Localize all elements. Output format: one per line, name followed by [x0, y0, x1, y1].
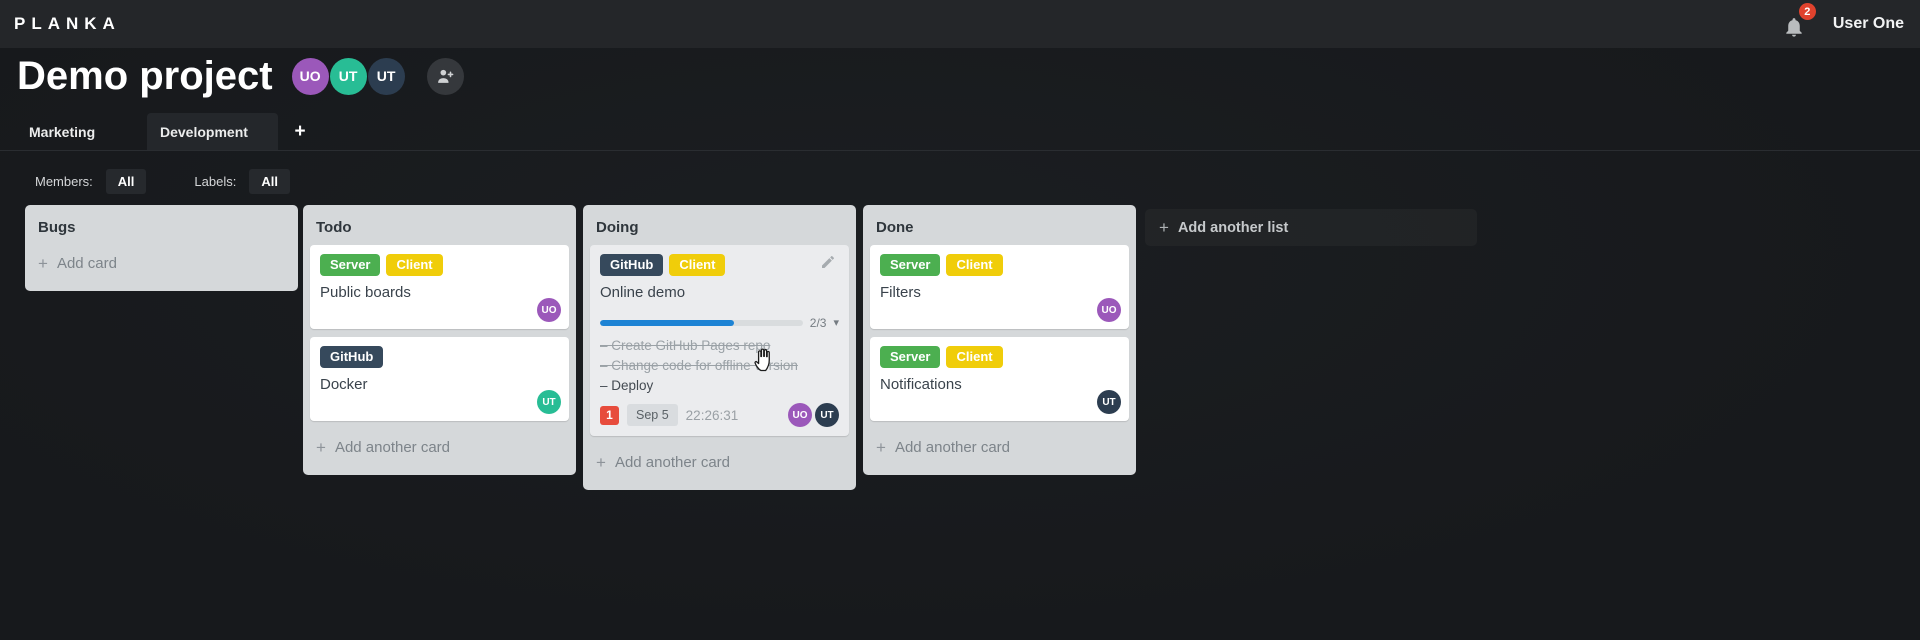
card-label: Server	[880, 254, 941, 276]
add-list-label: Add another list	[1177, 219, 1289, 236]
notification-count-badge: 1	[600, 405, 619, 425]
card-label: Client	[386, 254, 443, 276]
card-title: Filters	[880, 284, 921, 301]
list-done: Done Server Client Filters UO Server Client Not…	[863, 205, 1136, 475]
list-title[interactable]: Done	[870, 212, 1129, 245]
progress-row: 2/3 ▾	[600, 316, 839, 330]
card-members: UO UT	[788, 403, 839, 427]
card-labels: Server Client	[320, 254, 559, 276]
list-title[interactable]: Doing	[590, 212, 849, 245]
card-label: Client	[669, 254, 726, 276]
card[interactable]: GitHub Client Online demo 2/3 ▾ – Create GitH…	[590, 245, 849, 436]
card-label: GitHub	[320, 346, 384, 368]
progress-count: 2/3	[809, 316, 827, 330]
card-title: Online demo	[600, 284, 686, 301]
card-label: Server	[320, 254, 381, 276]
card[interactable]: GitHub Docker UT	[310, 337, 569, 421]
card-label: Client	[946, 346, 1003, 368]
list-bugs: Bugs + Add card	[25, 205, 298, 291]
task-item: – Create GitHub Pages repo	[600, 338, 771, 353]
card[interactable]: Server Client Public boards UO	[310, 245, 569, 329]
add-list-button[interactable]: + Add another list	[1145, 209, 1477, 246]
card-labels: Server Client	[880, 346, 1119, 368]
progress-bar-fill	[600, 320, 734, 326]
plus-icon: +	[38, 253, 48, 273]
task-item: – Change code for offline version	[600, 358, 798, 373]
card-title: Docker	[320, 376, 368, 393]
member-avatar[interactable]: UO	[537, 298, 561, 322]
pencil-icon	[822, 256, 834, 268]
task-item: – Deploy	[600, 378, 654, 393]
progress-bar	[600, 320, 803, 326]
add-card-label: Add another card	[894, 439, 1011, 456]
card-label: GitHub	[600, 254, 664, 276]
add-card-label: Add card	[56, 255, 117, 272]
card-label: Server	[880, 346, 941, 368]
plus-icon: +	[316, 437, 326, 457]
caret-down-icon[interactable]: ▾	[833, 318, 839, 329]
card-title: Public boards	[320, 284, 411, 301]
card-labels: GitHub Client	[600, 254, 839, 276]
list-doing: Doing GitHub Client Online demo 2/3 ▾ – Create…	[583, 205, 856, 490]
add-card-button[interactable]: + Add another card	[870, 429, 1129, 468]
plus-icon: +	[596, 452, 606, 472]
card-title: Notifications	[880, 376, 962, 393]
member-avatar[interactable]: UT	[815, 403, 839, 427]
edit-card-button[interactable]	[820, 254, 838, 272]
board: Bugs + Add card Todo Server Client Public boar…	[0, 0, 1920, 640]
card[interactable]: Server Client Notifications UT	[870, 337, 1129, 421]
member-avatar[interactable]: UT	[1097, 390, 1121, 414]
card-members: UO	[1097, 298, 1121, 322]
add-card-button[interactable]: + Add another card	[590, 444, 849, 483]
card-labels: GitHub	[320, 346, 559, 368]
planka-app: PLANKA 2 User One Demo project UO UT UT Ma…	[0, 0, 1920, 640]
due-date-badge: Sep 5	[627, 404, 678, 426]
timer-badge[interactable]: 22:26:31	[686, 408, 739, 423]
plus-icon: +	[1159, 217, 1169, 237]
member-avatar[interactable]: UO	[1097, 298, 1121, 322]
add-card-button[interactable]: + Add another card	[310, 429, 569, 468]
plus-icon: +	[876, 437, 886, 457]
add-card-label: Add another card	[614, 454, 731, 471]
task-list: – Create GitHub Pages repo – Change code …	[600, 339, 839, 393]
list-todo: Todo Server Client Public boards UO GitHub Doc…	[303, 205, 576, 475]
list-title[interactable]: Todo	[310, 212, 569, 245]
card-badges: 1 Sep 5 22:26:31 UO UT	[600, 403, 839, 427]
card-members: UT	[1097, 390, 1121, 414]
add-card-label: Add another card	[334, 439, 451, 456]
card-labels: Server Client	[880, 254, 1119, 276]
member-avatar[interactable]: UO	[788, 403, 812, 427]
card-members: UT	[537, 390, 561, 414]
card-label: Client	[946, 254, 1003, 276]
list-title[interactable]: Bugs	[32, 212, 291, 245]
member-avatar[interactable]: UT	[537, 390, 561, 414]
add-card-button[interactable]: + Add card	[32, 245, 291, 284]
card[interactable]: Server Client Filters UO	[870, 245, 1129, 329]
card-members: UO	[537, 298, 561, 322]
